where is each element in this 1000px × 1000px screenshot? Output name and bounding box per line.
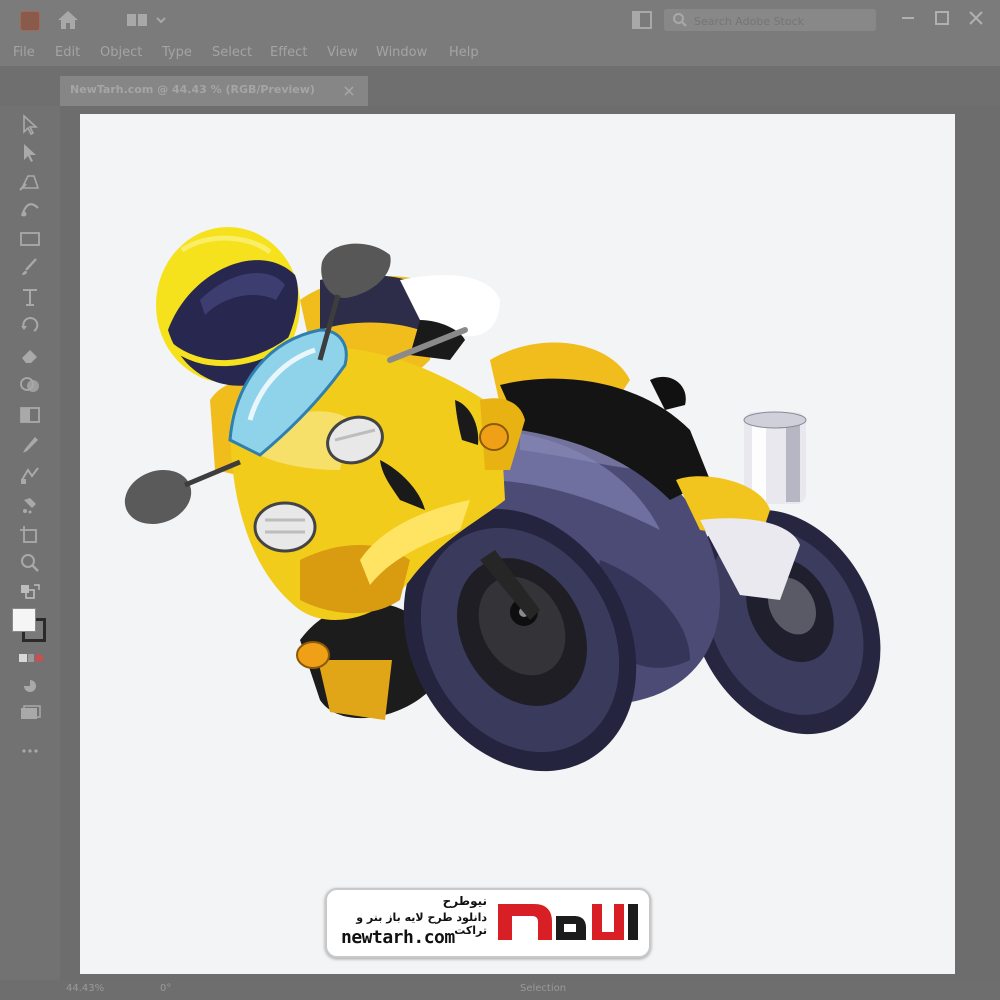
watermark-title: نیوطرح [442,894,487,908]
menu-view[interactable]: View [327,45,358,60]
canvas-workspace[interactable] [60,106,1000,980]
exhaust-pipe [743,411,807,504]
current-tool-label: Selection [520,983,567,994]
rotation-value[interactable]: 0° [160,983,171,994]
document-tab-title: NewTarh.com @ 44.43 % (RGB/Preview) [70,83,315,96]
fill-stroke-icon[interactable] [12,608,46,642]
tools-panel [0,106,60,980]
symbol-sprayer-icon[interactable] [18,494,42,516]
app-logo-icon [20,11,40,31]
front-indicator [479,423,509,451]
menu-bar: File Edit Object Type Select Effect View… [0,40,1000,66]
menu-window[interactable]: Window [376,45,427,60]
search-input[interactable] [692,11,872,31]
blend-tool-icon[interactable] [18,464,42,486]
menu-type[interactable]: Type [162,45,192,60]
menu-edit[interactable]: Edit [55,45,80,60]
watermark-url: newtarh.com [341,927,455,948]
layout-icon[interactable] [126,11,166,29]
watermark-badge: نیوطرح دانلود طرح لایه باز بنر و تراکت n… [325,888,651,958]
menu-file[interactable]: File [13,45,35,60]
pen-tool-icon[interactable] [18,170,42,192]
menu-object[interactable]: Object [100,45,142,60]
artboard-tool-icon[interactable] [18,524,42,546]
default-colors-icon[interactable] [18,582,42,602]
artboard[interactable] [80,114,955,974]
home-icon[interactable] [56,9,80,31]
color-mode-icon[interactable] [18,652,44,666]
document-tab[interactable]: NewTarh.com @ 44.43 % (RGB/Preview) [60,76,368,106]
screen-mode-icon[interactable] [18,704,42,724]
drawing-modes-icon[interactable] [18,676,42,696]
document-tab-bar: NewTarh.com @ 44.43 % (RGB/Preview) [0,66,1000,106]
eraser-tool-icon[interactable] [18,344,42,366]
curvature-tool-icon[interactable] [18,198,42,220]
minimize-icon[interactable] [898,8,918,28]
search-box[interactable] [664,9,876,31]
eyedropper-tool-icon[interactable] [18,434,42,456]
menu-select[interactable]: Select [212,45,252,60]
arrange-icon[interactable] [632,11,652,29]
search-icon [673,13,687,27]
zoom-tool-icon[interactable] [18,552,42,574]
newtarh-logo-icon [498,904,638,940]
motorcycle-illustration [124,227,881,772]
rectangle-tool-icon[interactable] [18,228,42,250]
status-bar: 44.43% 0° Selection [0,980,1000,1000]
tab-close-icon[interactable] [344,86,354,96]
zoom-level[interactable]: 44.43% [66,983,104,994]
direct-selection-tool-icon[interactable] [18,114,42,136]
menu-effect[interactable]: Effect [270,45,307,60]
close-icon[interactable] [966,8,986,28]
fill-swatch[interactable] [12,608,36,632]
rotate-tool-icon[interactable] [18,314,42,336]
brush-tool-icon[interactable] [18,256,42,278]
gradient-tool-icon[interactable] [18,404,42,426]
maximize-icon[interactable] [932,8,952,28]
menu-help[interactable]: Help [449,45,479,60]
shape-builder-icon[interactable] [18,374,42,396]
type-tool-icon[interactable] [18,286,42,308]
more-tools-icon[interactable] [18,746,42,756]
selection-tool-icon[interactable] [18,142,42,164]
title-bar [0,0,1000,40]
